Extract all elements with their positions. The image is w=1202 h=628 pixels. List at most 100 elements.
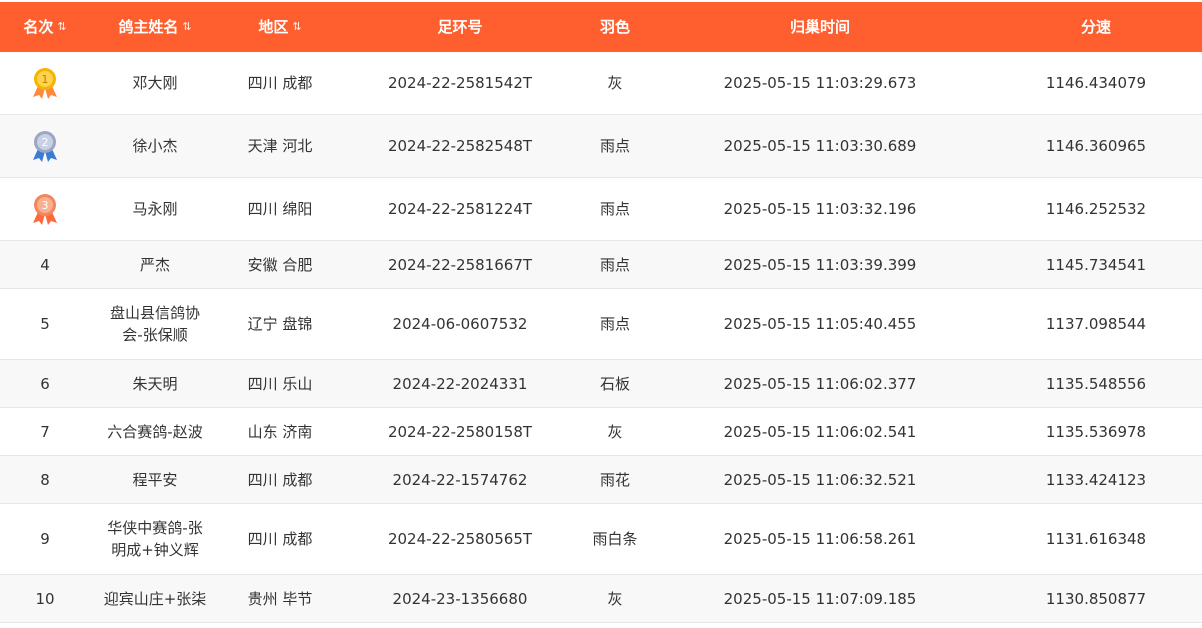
medal-rank-number: 1 (42, 73, 49, 86)
ring-cell: 2024-22-2581542T (387, 74, 533, 92)
rank-cell: 1 (0, 52, 90, 114)
sort-icon[interactable]: ⇅ (182, 16, 191, 38)
table-header: 名次 ⇅ 鸽主姓名 ⇅ 地区 ⇅ 足环号 羽色 归巢时间 分速 (0, 2, 1202, 52)
time-cell: 2025-05-15 11:03:39.399 (723, 255, 917, 274)
header-time-label: 归巢时间 (789, 18, 850, 36)
speed-cell: 1137.098544 (1045, 315, 1147, 333)
speed-cell: 1145.734541 (1045, 255, 1147, 274)
header-color: 羽色 (580, 2, 650, 52)
header-rank-label: 名次 (23, 18, 54, 36)
header-rank[interactable]: 名次 ⇅ (0, 2, 90, 52)
region-cell: 四川 成都 (247, 530, 313, 548)
time-cell: 2025-05-15 11:03:32.196 (723, 200, 917, 218)
owner-cell: 邓大刚 (132, 74, 178, 92)
rank-cell: 9 (40, 530, 50, 548)
color-cell: 灰 (607, 74, 623, 92)
color-cell: 雨白条 (592, 530, 638, 548)
results-table: 名次 ⇅ 鸽主姓名 ⇅ 地区 ⇅ 足环号 羽色 归巢时间 分速 1 邓大刚 四川 成都… (0, 2, 1202, 623)
speed-cell: 1133.424123 (1045, 470, 1147, 489)
table-row[interactable]: 6 朱天明 四川 乐山 2024-22-2024331 石板 2025-05-1… (0, 360, 1202, 408)
color-cell: 灰 (607, 422, 623, 441)
ring-cell: 2024-22-2024331 (392, 374, 528, 393)
ring-cell: 2024-22-2580158T (387, 422, 533, 441)
region-cell: 四川 成都 (247, 470, 313, 489)
owner-cell: 严杰 (139, 255, 170, 274)
ring-cell: 2024-23-1356680 (392, 589, 528, 608)
owner-cell: 程平安 (132, 470, 178, 489)
medal-rank-number: 2 (42, 136, 49, 149)
owner-cell: 华侠中赛鸽-张 明成+钟义辉 (90, 504, 220, 574)
owner-name-line: 华侠中赛鸽-张 (107, 519, 203, 537)
table-row[interactable]: 5 盘山县信鸽协 会-张保顺 辽宁 盘锦 2024-06-0607532 雨点 … (0, 289, 1202, 360)
time-cell: 2025-05-15 11:07:09.185 (723, 589, 917, 608)
rank-cell: 3 (0, 178, 90, 240)
owner-name-line: 盘山县信鸽协 (109, 304, 200, 322)
region-cell: 贵州 毕节 (247, 589, 313, 608)
table-row[interactable]: 1 邓大刚 四川 成都 2024-22-2581542T 灰 2025-05-1… (0, 52, 1202, 115)
region-cell: 安徽 合肥 (247, 255, 313, 274)
rank-cell: 4 (40, 255, 50, 274)
medal-rank-number: 3 (42, 199, 49, 212)
region-cell: 四川 绵阳 (247, 200, 313, 218)
table-row[interactable]: 8 程平安 四川 成都 2024-22-1574762 雨花 2025-05-1… (0, 456, 1202, 504)
owner-name: 华侠中赛鸽-张 明成+钟义辉 (107, 517, 202, 561)
owner-cell: 盘山县信鸽协 会-张保顺 (90, 289, 220, 359)
owner-cell: 马永刚 (132, 200, 178, 218)
table-row[interactable]: 4 严杰 安徽 合肥 2024-22-2581667T 雨点 2025-05-1… (0, 241, 1202, 289)
header-region[interactable]: 地区 ⇅ (220, 2, 340, 52)
sort-icon[interactable]: ⇅ (292, 16, 301, 38)
bronze-medal-icon: 3 (33, 194, 57, 225)
header-owner[interactable]: 鸽主姓名 ⇅ (90, 2, 220, 52)
speed-cell: 1131.616348 (1045, 530, 1147, 548)
speed-cell: 1135.536978 (1045, 422, 1147, 441)
ring-cell: 2024-22-2581667T (387, 255, 533, 274)
color-cell: 石板 (599, 374, 630, 393)
speed-cell: 1146.360965 (1045, 137, 1147, 155)
owner-cell: 迎宾山庄+张柒 (103, 589, 207, 608)
time-cell: 2025-05-15 11:06:32.521 (723, 470, 917, 489)
rank-cell: 10 (35, 589, 55, 608)
header-color-label: 羽色 (599, 18, 630, 36)
speed-cell: 1130.850877 (1045, 589, 1147, 608)
region-cell: 山东 济南 (247, 422, 313, 441)
region-cell: 天津 河北 (247, 137, 313, 155)
time-cell: 2025-05-15 11:06:58.261 (723, 530, 917, 548)
table-row[interactable]: 7 六合赛鸽-赵波 山东 济南 2024-22-2580158T 灰 2025-… (0, 408, 1202, 456)
owner-cell: 六合赛鸽-赵波 (107, 422, 203, 441)
color-cell: 雨点 (599, 137, 630, 155)
header-ring-label: 足环号 (437, 18, 483, 36)
region-cell: 辽宁 盘锦 (247, 315, 313, 333)
speed-cell: 1146.252532 (1045, 200, 1147, 218)
time-cell: 2025-05-15 11:03:29.673 (723, 74, 917, 92)
time-cell: 2025-05-15 11:05:40.455 (723, 315, 917, 333)
color-cell: 雨点 (599, 255, 630, 274)
owner-name-line: 会-张保顺 (122, 326, 188, 344)
time-cell: 2025-05-15 11:06:02.541 (723, 422, 917, 441)
header-region-label: 地区 (258, 18, 289, 36)
rank-cell: 2 (0, 115, 90, 177)
gold-medal-icon: 1 (33, 68, 57, 99)
sort-icon[interactable]: ⇅ (57, 16, 66, 38)
table-row[interactable]: 2 徐小杰 天津 河北 2024-22-2582548T 雨点 2025-05-… (0, 115, 1202, 178)
color-cell: 雨花 (599, 470, 630, 489)
ring-cell: 2024-22-2582548T (387, 137, 533, 155)
table-row[interactable]: 9 华侠中赛鸽-张 明成+钟义辉 四川 成都 2024-22-2580565T … (0, 504, 1202, 575)
table-row[interactable]: 3 马永刚 四川 绵阳 2024-22-2581224T 雨点 2025-05-… (0, 178, 1202, 241)
header-time: 归巢时间 (650, 2, 990, 52)
silver-medal-icon: 2 (33, 131, 57, 162)
owner-name-line: 明成+钟义辉 (111, 541, 199, 559)
owner-name: 盘山县信鸽协 会-张保顺 (110, 302, 200, 346)
region-cell: 四川 成都 (247, 74, 313, 92)
time-cell: 2025-05-15 11:03:30.689 (723, 137, 917, 155)
speed-cell: 1146.434079 (1045, 74, 1147, 92)
header-speed: 分速 (990, 2, 1202, 52)
owner-cell: 徐小杰 (132, 137, 178, 155)
region-cell: 四川 乐山 (247, 374, 313, 393)
color-cell: 灰 (607, 589, 623, 608)
table-row[interactable]: 10 迎宾山庄+张柒 贵州 毕节 2024-23-1356680 灰 2025-… (0, 575, 1202, 623)
header-owner-label: 鸽主姓名 (118, 18, 179, 36)
ring-cell: 2024-22-1574762 (392, 470, 528, 489)
owner-cell: 朱天明 (132, 374, 178, 393)
ring-cell: 2024-06-0607532 (392, 315, 528, 333)
rank-cell: 8 (40, 470, 50, 489)
